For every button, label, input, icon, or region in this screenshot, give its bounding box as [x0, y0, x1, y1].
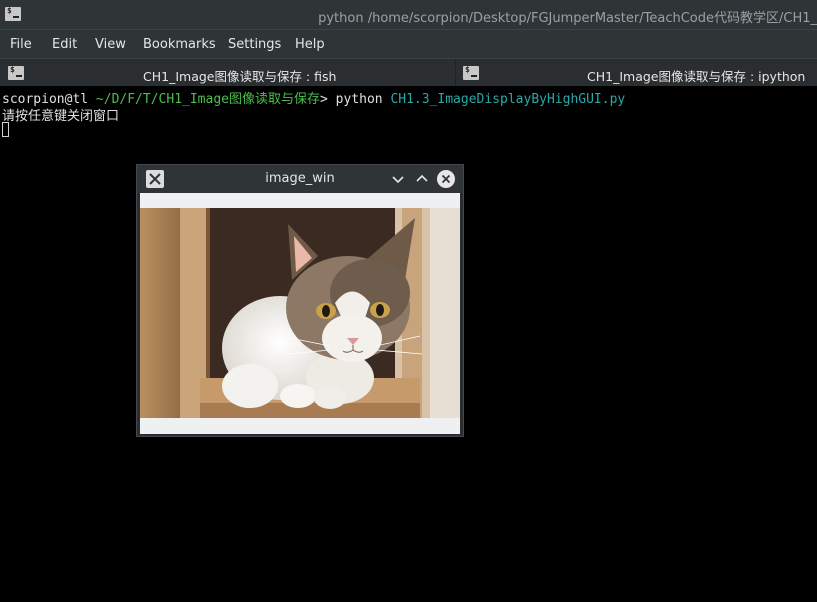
- menu-bookmarks[interactable]: Bookmarks: [143, 37, 216, 52]
- minimize-icon[interactable]: [388, 169, 408, 189]
- tab-fish[interactable]: CH1_Image图像读取与保存 : fish: [0, 59, 455, 87]
- menu-edit[interactable]: Edit: [52, 37, 77, 52]
- command: python: [335, 92, 383, 107]
- menu-view[interactable]: View: [95, 37, 126, 52]
- output-line: 请按任意键关闭窗口: [2, 109, 120, 124]
- prompt-path: ~/D/F/T/CH1_Image图像读取与保存: [95, 92, 320, 107]
- maximize-icon[interactable]: [412, 169, 432, 189]
- image-window[interactable]: image_win: [136, 164, 464, 437]
- menu-settings[interactable]: Settings: [228, 37, 281, 52]
- menu-bar: File Edit View Bookmarks Settings Help: [0, 29, 817, 59]
- tab-label: CH1_Image图像读取与保存 : ipython: [587, 69, 806, 84]
- image-canvas: [140, 193, 460, 434]
- image-window-titlebar[interactable]: image_win: [137, 165, 463, 193]
- command-argument: CH1.3_ImageDisplayByHighGUI.py: [390, 92, 626, 107]
- app-titlebar: python /home/scorpion/Desktop/FGJumperMa…: [0, 0, 817, 29]
- tab-ipython[interactable]: CH1_Image图像读取与保存 : ipython: [456, 59, 817, 87]
- prompt-symbol: >: [319, 92, 328, 107]
- menu-help[interactable]: Help: [295, 37, 325, 52]
- menu-file[interactable]: File: [10, 37, 32, 52]
- tab-bar: CH1_Image图像读取与保存 : fish CH1_Image图像读取与保存…: [0, 58, 817, 87]
- cat-photo: [140, 208, 460, 418]
- tab-label: CH1_Image图像读取与保存 : fish: [143, 69, 337, 84]
- terminal-icon[interactable]: [5, 6, 21, 21]
- terminal-icon: [8, 65, 24, 80]
- terminal-icon: [463, 65, 479, 80]
- window-close-icon[interactable]: [436, 169, 456, 189]
- text-cursor: [2, 122, 9, 137]
- window-title: python /home/scorpion/Desktop/FGJumperMa…: [318, 11, 817, 26]
